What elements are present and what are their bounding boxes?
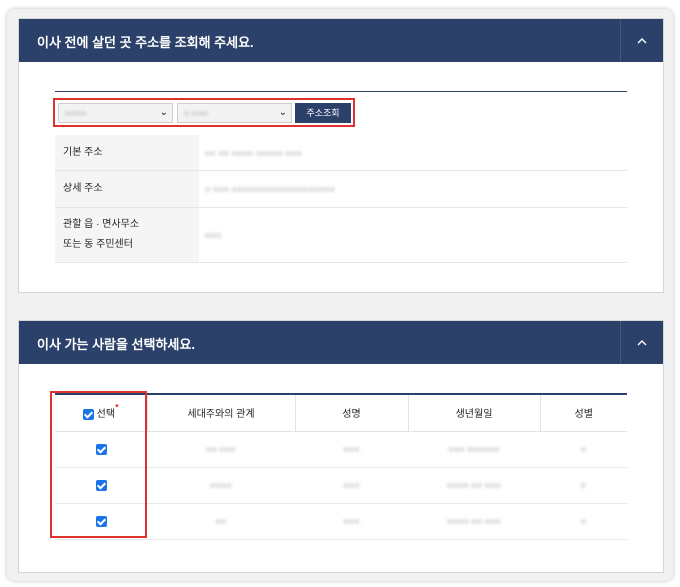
detail-address-label: 상세 주소 (55, 171, 199, 207)
district-select-value: ○ ○○○ (184, 108, 209, 118)
region-select-value: ○○○○ (65, 108, 87, 118)
relation-cell: ○○ ○○○ (206, 444, 236, 454)
collapse-toggle[interactable] (620, 321, 663, 364)
name-header: 성명 (294, 395, 408, 432)
region-select[interactable]: ○○○○ ⌄ (58, 103, 173, 123)
gender-header: 성별 (539, 395, 627, 432)
name-cell: ○○○ (343, 516, 360, 526)
gender-cell: ○ (580, 480, 587, 490)
previous-address-panel: 이사 전에 살던 곳 주소를 조회해 주세요. ○○○○ ⌄ ○ ○○○ ⌄ 주… (18, 18, 664, 293)
basic-address-row: 기본 주소 ○○ ○○ ○○○○ ○○○○○ ○○○ (55, 135, 627, 171)
birthdate-cell: ○○○ ○○○○○○ (448, 444, 500, 454)
basic-address-value: ○○ ○○ ○○○○ ○○○○○ ○○○ (205, 147, 302, 158)
detail-address-row: 상세 주소 ○ ○○○ ○○○○○○○○○○○○○○○○○○○ (55, 171, 627, 208)
movers-title: 이사 가는 사람을 선택하세요. (37, 337, 195, 352)
gender-cell: ○ (580, 516, 587, 526)
name-cell: ○○○ (343, 444, 360, 454)
birthdate-cell: ○○○○ ○○ ○○○ (447, 480, 501, 490)
address-search-button[interactable]: 주소조회 (295, 103, 351, 123)
section-divider (55, 91, 627, 92)
movers-panel: 이사 가는 사람을 선택하세요. 선택• 세대주와의 관계 성명 생년월일 성별… (18, 320, 664, 573)
jurisdiction-office-label: 관할 읍 · 면사무소 또는 동 주민센터 (55, 208, 199, 262)
chevron-down-icon: ⌄ (278, 107, 287, 118)
detail-address-value: ○ ○○○ ○○○○○○○○○○○○○○○○○○○ (205, 184, 336, 194)
collapse-toggle[interactable] (620, 19, 663, 62)
name-cell: ○○○ (343, 480, 360, 490)
movers-header[interactable]: 이사 가는 사람을 선택하세요. (19, 321, 663, 364)
chevron-down-icon: ⌄ (159, 107, 168, 118)
jurisdiction-office-value: ○○○ (205, 230, 222, 240)
jurisdiction-office-row: 관할 읍 · 면사무소 또는 동 주민센터 ○○○ (55, 208, 627, 263)
birthdate-cell: ○○○○ ○○ ○○○ (447, 516, 501, 526)
address-search-group: ○○○○ ⌄ ○ ○○○ ⌄ 주소조회 (53, 98, 355, 127)
district-select[interactable]: ○ ○○○ ⌄ (177, 103, 292, 123)
chevron-up-icon (637, 339, 647, 345)
relation-cell: ○○○○ (210, 480, 232, 490)
chevron-up-icon (637, 37, 647, 43)
previous-address-title: 이사 전에 살던 곳 주소를 조회해 주세요. (37, 35, 254, 50)
relation-header: 세대주와의 관계 (146, 395, 295, 432)
relation-cell: ○○ (215, 516, 227, 526)
gender-cell: ○ (580, 444, 587, 454)
previous-address-header[interactable]: 이사 전에 살던 곳 주소를 조회해 주세요. (19, 19, 663, 62)
birthdate-header: 생년월일 (407, 395, 540, 432)
basic-address-label: 기본 주소 (55, 135, 199, 170)
address-info-table: 기본 주소 ○○ ○○ ○○○○ ○○○○○ ○○○ 상세 주소 ○ ○○○ ○… (55, 135, 627, 263)
select-column-highlight (50, 391, 147, 538)
